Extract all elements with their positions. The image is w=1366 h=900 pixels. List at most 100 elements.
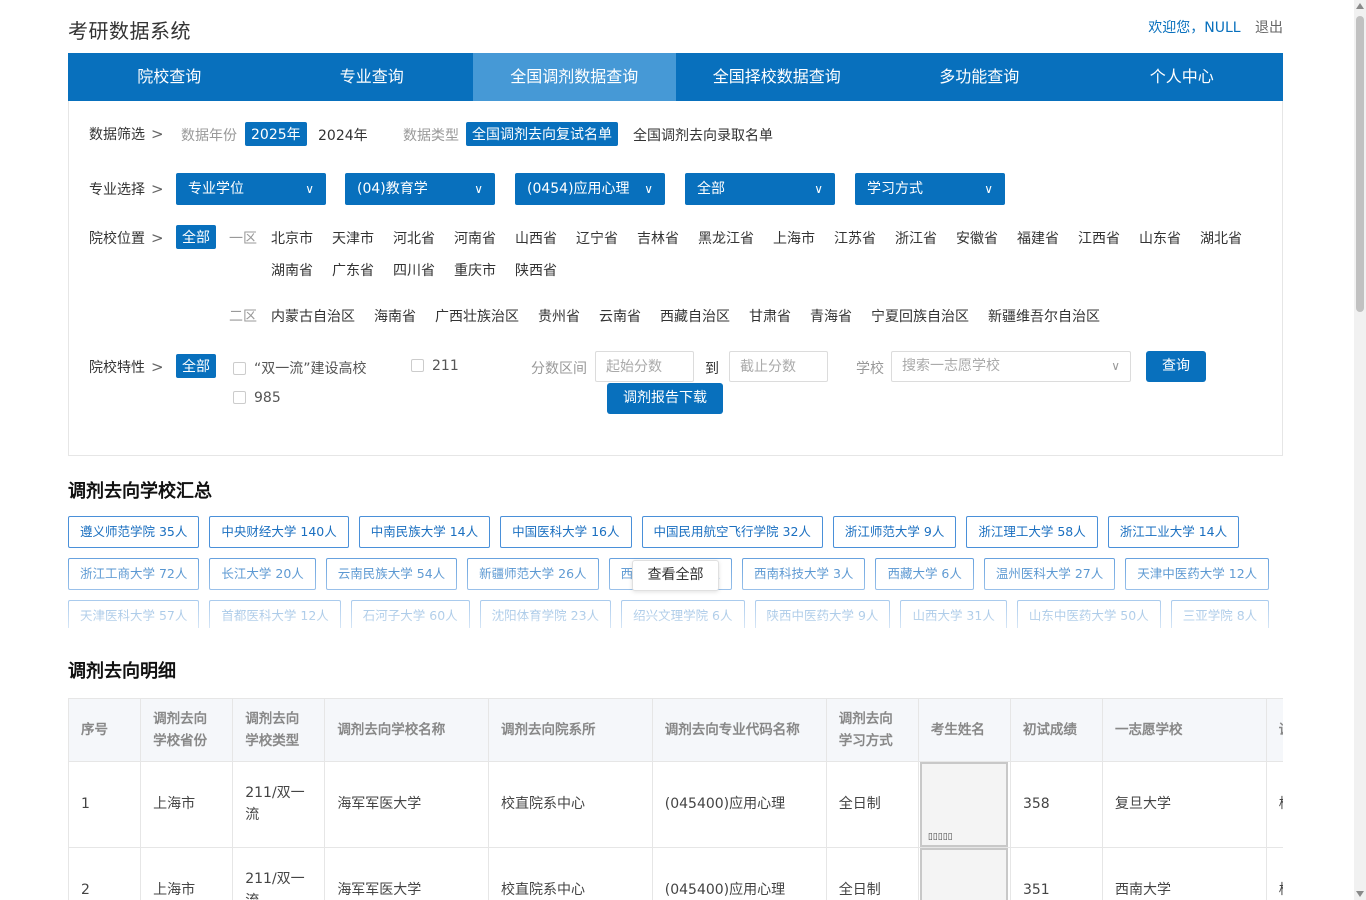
feature-all-option[interactable]: 全部 xyxy=(176,354,216,378)
nav-school-choice-query[interactable]: 全国择校数据查询 xyxy=(676,53,879,101)
school-tag[interactable]: 中南民族大学 14人 xyxy=(358,516,491,548)
province-option[interactable]: 四川省 xyxy=(393,260,435,280)
province-option[interactable]: 宁夏回族自治区 xyxy=(871,306,969,326)
major-dropdown[interactable]: (0454)应用心理 ∨ xyxy=(515,173,665,205)
school-tag[interactable]: 天津医科大学 57人 xyxy=(68,600,200,628)
column-header[interactable]: 考生姓名 xyxy=(918,699,1011,762)
province-option[interactable]: 云南省 xyxy=(599,306,641,326)
type-option-retest[interactable]: 全国调剂去向复试名单 xyxy=(466,122,618,146)
location-all-option[interactable]: 全部 xyxy=(176,225,216,249)
school-tag[interactable]: 浙江工业大学 14人 xyxy=(1107,516,1240,548)
province-option[interactable]: 北京市 xyxy=(271,228,313,248)
province-option[interactable]: 湖南省 xyxy=(271,260,313,280)
province-option[interactable]: 江西省 xyxy=(1078,228,1120,248)
study-mode-dropdown[interactable]: 学习方式 ∨ xyxy=(855,173,1005,205)
school-tag[interactable]: 新疆师范大学 26人 xyxy=(467,558,599,590)
nav-school-query[interactable]: 院校查询 xyxy=(68,53,271,101)
column-header[interactable]: 一志愿学校 xyxy=(1102,699,1267,762)
province-option[interactable]: 浙江省 xyxy=(895,228,937,248)
province-option[interactable]: 上海市 xyxy=(773,228,815,248)
discipline-dropdown[interactable]: (04)教育学 ∨ xyxy=(345,173,495,205)
province-option[interactable]: 内蒙古自治区 xyxy=(271,306,355,326)
page-scrollbar[interactable] xyxy=(1354,0,1366,900)
211-checkbox[interactable]: 211 xyxy=(411,358,459,374)
table-row[interactable]: 2 上海市 211/双一流 海军军医大学 校直院系中心 (045400)应用心理… xyxy=(69,847,1283,900)
province-option[interactable]: 江苏省 xyxy=(834,228,876,248)
column-header[interactable]: 调剂去向学校名称 xyxy=(324,699,490,762)
province-option[interactable]: 海南省 xyxy=(374,306,416,326)
report-download-button[interactable]: 调剂报告下载 xyxy=(607,383,723,414)
province-option[interactable]: 山东省 xyxy=(1139,228,1181,248)
nav-adjustment-query[interactable]: 全国调剂数据查询 xyxy=(473,53,676,101)
school-tag[interactable]: 陕西中医药大学 9人 xyxy=(754,600,891,628)
school-tag[interactable]: 西南科技大学 3人 xyxy=(742,558,866,590)
school-tag[interactable]: 天津中医药大学 12人 xyxy=(1125,558,1270,590)
detail-table-container[interactable]: 序号 调剂去向学校省份 调剂去向学校类型 调剂去向学校名称 调剂去向院系所 调剂… xyxy=(68,698,1283,900)
column-header[interactable]: 初试成绩 xyxy=(1010,699,1104,762)
province-option[interactable]: 西藏自治区 xyxy=(660,306,730,326)
school-tag[interactable]: 山东中医药大学 50人 xyxy=(1016,600,1161,628)
school-tag[interactable]: 中国民用航空飞行学院 32人 xyxy=(641,516,823,548)
scroll-down-arrow-icon[interactable] xyxy=(1356,891,1364,897)
province-option[interactable]: 湖北省 xyxy=(1200,228,1242,248)
province-option[interactable]: 安徽省 xyxy=(956,228,998,248)
school-tag[interactable]: 浙江师范大学 9人 xyxy=(832,516,957,548)
school-tag[interactable]: 西藏大学 6人 xyxy=(875,558,974,590)
school-tag[interactable]: 三亚学院 8人 xyxy=(1170,600,1270,628)
school-tag[interactable]: 温州医科大学 27人 xyxy=(983,558,1116,590)
column-header[interactable]: 调剂去向学习方式 xyxy=(826,699,919,762)
column-header[interactable]: 调剂类 xyxy=(1266,699,1283,762)
985-checkbox[interactable]: 985 xyxy=(233,390,281,406)
view-all-button[interactable]: 查看全部 xyxy=(632,560,719,591)
school-tag[interactable]: 中央财经大学 140人 xyxy=(209,516,349,548)
province-option[interactable]: 陕西省 xyxy=(515,260,557,280)
school-tag[interactable]: 中国医科大学 16人 xyxy=(500,516,632,548)
province-option[interactable]: 天津市 xyxy=(332,228,374,248)
school-tag[interactable]: 首都医科大学 12人 xyxy=(209,600,341,628)
province-option[interactable]: 黑龙江省 xyxy=(698,228,754,248)
column-header[interactable]: 调剂去向院系所 xyxy=(488,699,653,762)
province-option[interactable]: 河北省 xyxy=(393,228,435,248)
school-tag[interactable]: 山西大学 31人 xyxy=(900,600,1007,628)
province-option[interactable]: 广东省 xyxy=(332,260,374,280)
query-button[interactable]: 查询 xyxy=(1146,351,1206,382)
school-tag[interactable]: 浙江理工大学 58人 xyxy=(966,516,1098,548)
score-end-input[interactable] xyxy=(729,351,828,382)
school-search-select[interactable]: 搜索一志愿学校 ∨ xyxy=(891,351,1131,382)
province-option[interactable]: 辽宁省 xyxy=(576,228,618,248)
nav-major-query[interactable]: 专业查询 xyxy=(271,53,474,101)
school-tag[interactable]: 长江大学 20人 xyxy=(209,558,316,590)
column-header[interactable]: 调剂去向专业代码名称 xyxy=(652,699,827,762)
province-option[interactable]: 吉林省 xyxy=(637,228,679,248)
school-tag[interactable]: 云南民族大学 54人 xyxy=(325,558,458,590)
school-tag[interactable]: 遵义师范学院 35人 xyxy=(68,516,200,548)
school-tag[interactable]: 浙江工商大学 72人 xyxy=(68,558,200,590)
nav-multi-query[interactable]: 多功能查询 xyxy=(878,53,1081,101)
direction-dropdown[interactable]: 全部 ∨ xyxy=(685,173,835,205)
logout-link[interactable]: 退出 xyxy=(1255,20,1283,36)
school-tag[interactable]: 沈阳体育学院 23人 xyxy=(479,600,612,628)
column-header[interactable]: 调剂去向学校类型 xyxy=(232,699,326,762)
table-row[interactable]: 1 上海市 211/双一流 海军军医大学 校直院系中心 (045400)应用心理… xyxy=(69,761,1283,848)
province-option[interactable]: 青海省 xyxy=(810,306,852,326)
province-option[interactable]: 山西省 xyxy=(515,228,557,248)
province-option[interactable]: 新疆维吾尔自治区 xyxy=(988,306,1100,326)
province-option[interactable]: 河南省 xyxy=(454,228,496,248)
year-option-2025[interactable]: 2025年 xyxy=(245,122,307,146)
degree-type-dropdown[interactable]: 专业学位 ∨ xyxy=(176,173,326,205)
scrollbar-thumb[interactable] xyxy=(1356,16,1364,312)
nav-personal-center[interactable]: 个人中心 xyxy=(1081,53,1284,101)
province-option[interactable]: 重庆市 xyxy=(454,260,496,280)
school-tag[interactable]: 石河子大学 60人 xyxy=(350,600,470,628)
school-tag[interactable]: 绍兴文理学院 6人 xyxy=(621,600,745,628)
province-option[interactable]: 贵州省 xyxy=(538,306,580,326)
score-start-input[interactable] xyxy=(595,351,694,382)
column-header[interactable]: 调剂去向学校省份 xyxy=(140,699,234,762)
double-first-class-checkbox[interactable]: “双一流”建设高校 xyxy=(233,358,367,378)
scroll-up-arrow-icon[interactable] xyxy=(1356,3,1364,9)
province-option[interactable]: 甘肃省 xyxy=(749,306,791,326)
type-option-admission[interactable]: 全国调剂去向录取名单 xyxy=(633,125,773,145)
year-option-2024[interactable]: 2024年 xyxy=(318,125,368,145)
province-option[interactable]: 福建省 xyxy=(1017,228,1059,248)
province-option[interactable]: 广西壮族治区 xyxy=(435,306,519,326)
